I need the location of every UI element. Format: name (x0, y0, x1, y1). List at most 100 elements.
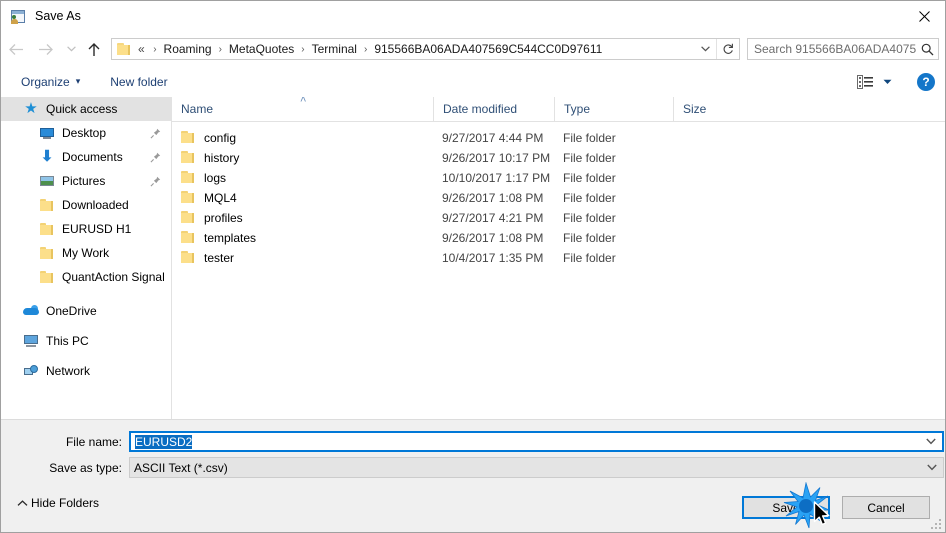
column-header-label: Date modified (443, 102, 518, 116)
hide-folders-label: Hide Folders (31, 496, 100, 510)
save-button[interactable]: Save (742, 496, 830, 519)
file-name-cell: templates (172, 231, 433, 245)
folder-icon (117, 42, 133, 56)
table-row[interactable]: templates 9/26/2017 1:08 PM File folder (172, 228, 945, 248)
type-cell: File folder (563, 191, 616, 205)
file-name-label: File name: (65, 434, 122, 449)
sidebar-item-label: Quick access (46, 102, 118, 116)
date-modified-cell: 9/26/2017 1:08 PM (442, 191, 544, 205)
breadcrumb-separator: › (153, 43, 157, 55)
file-name-cell: profiles (172, 211, 433, 225)
sidebar-item-eurusd-h1[interactable]: EURUSD H1 (1, 217, 171, 241)
column-header-date-modified[interactable]: Date modified (433, 97, 554, 121)
pin-icon[interactable] (147, 173, 163, 189)
save-as-app-icon (10, 9, 26, 25)
file-list-pane[interactable]: Name ˄ Date modified Type Size config 9/… (172, 97, 945, 419)
folder-icon (39, 245, 55, 261)
toolbar-right-group: ? (853, 72, 935, 92)
folder-icon (181, 211, 197, 225)
address-chevron-down-icon[interactable] (694, 46, 716, 52)
close-icon[interactable] (901, 1, 945, 31)
arrow-right-icon[interactable] (31, 35, 61, 63)
window-title: Save As (35, 9, 81, 24)
sidebar-item-onedrive[interactable]: OneDrive (1, 299, 171, 323)
cancel-button[interactable]: Cancel (842, 496, 930, 519)
column-headers: Name ˄ Date modified Type Size (172, 97, 945, 122)
column-header-label: Type (564, 102, 591, 116)
table-row[interactable]: history 9/26/2017 10:17 PM File folder (172, 148, 945, 168)
folder-icon (39, 221, 55, 237)
breadcrumb-item-terminal[interactable]: Terminal (311, 42, 358, 56)
hide-folders-button[interactable]: Hide Folders (13, 492, 99, 514)
chevron-down-icon[interactable] (921, 464, 943, 471)
save-as-type-row: Save as type: ASCII Text (*.csv) (1, 457, 945, 478)
desktop-icon (39, 125, 55, 141)
breadcrumb-item-metaquotes[interactable]: MetaQuotes (228, 42, 295, 56)
file-name-label: MQL4 (204, 191, 237, 205)
type-cell: File folder (563, 251, 616, 265)
column-header-label: Name (181, 102, 214, 116)
sidebar-item-label: QuantAction Signal (62, 270, 165, 284)
resize-grip[interactable] (931, 519, 943, 531)
sidebar-item-my-work[interactable]: My Work (1, 241, 171, 265)
column-header-size[interactable]: Size (673, 97, 753, 121)
breadcrumb-item-instance-id[interactable]: 915566BA06ADA407569C544CC0D97611 (373, 42, 603, 56)
view-chevron-down-icon[interactable] (877, 72, 897, 92)
sidebar-item-quantaction-signal[interactable]: QuantAction Signal (1, 265, 171, 289)
address-bar[interactable]: « › Roaming › MetaQuotes › Terminal › 91… (111, 38, 740, 60)
sidebar-item-downloaded[interactable]: Downloaded (1, 193, 171, 217)
arrow-up-icon[interactable] (81, 35, 107, 63)
search-placeholder: Search 915566BA06ADA40756... (754, 42, 916, 56)
file-name-value: EURUSD2 (131, 434, 920, 449)
organize-button[interactable]: Organize ▾ (13, 70, 88, 94)
file-name-label: config (204, 131, 237, 145)
sidebar-item-documents[interactable]: ⬇ Documents (1, 145, 171, 169)
view-layout-icon[interactable] (853, 72, 877, 92)
save-as-dialog: Save As « › Roaming › MetaQuotes › Termi… (0, 0, 946, 533)
file-name-cell: tester (172, 251, 433, 265)
chevron-up-icon (13, 499, 31, 507)
file-name-cell: history (172, 151, 433, 165)
save-as-type-label: Save as type: (49, 460, 122, 475)
sidebar-item-label: OneDrive (46, 304, 97, 318)
sidebar-item-label: This PC (46, 334, 89, 348)
breadcrumb-overflow[interactable]: « (137, 42, 147, 56)
table-row[interactable]: logs 10/10/2017 1:17 PM File folder (172, 168, 945, 188)
file-name-input[interactable]: EURUSD2 (129, 431, 944, 452)
pin-icon[interactable] (147, 125, 163, 141)
file-name-label: logs (204, 171, 227, 185)
sidebar-item-network[interactable]: Network (1, 359, 171, 383)
folder-icon (181, 231, 197, 245)
column-header-name[interactable]: Name ˄ (172, 97, 433, 121)
folder-icon (181, 251, 197, 265)
table-row[interactable]: tester 10/4/2017 1:35 PM File folder (172, 248, 945, 268)
search-icon[interactable] (916, 43, 938, 56)
onedrive-icon (23, 303, 39, 319)
file-name-label: history (204, 151, 240, 165)
folder-icon (181, 131, 197, 145)
title-bar: Save As (1, 1, 945, 32)
recent-locations-chevron-down-icon[interactable] (61, 35, 81, 63)
table-row[interactable]: MQL4 9/26/2017 1:08 PM File folder (172, 188, 945, 208)
search-input[interactable]: Search 915566BA06ADA40756... (747, 38, 939, 60)
new-folder-button[interactable]: New folder (102, 70, 175, 94)
folder-icon (181, 151, 197, 165)
sidebar-item-this-pc[interactable]: This PC (1, 329, 171, 353)
pin-icon[interactable] (147, 149, 163, 165)
arrow-left-icon[interactable] (1, 35, 31, 63)
breadcrumb-item-roaming[interactable]: Roaming (163, 42, 213, 56)
save-label: Save (772, 500, 800, 515)
sidebar-item-quick-access[interactable]: ★ Quick access (1, 97, 171, 121)
sidebar-item-label: Desktop (62, 126, 107, 140)
column-header-label: Size (683, 102, 707, 116)
sidebar-item-desktop[interactable]: Desktop (1, 121, 171, 145)
sidebar-item-pictures[interactable]: Pictures (1, 169, 171, 193)
help-button[interactable]: ? (917, 72, 935, 91)
column-header-type[interactable]: Type (554, 97, 673, 121)
refresh-icon[interactable] (716, 39, 739, 59)
table-row[interactable]: profiles 9/27/2017 4:21 PM File folder (172, 208, 945, 228)
chevron-down-icon[interactable] (920, 438, 942, 445)
save-as-type-select[interactable]: ASCII Text (*.csv) (129, 457, 944, 478)
navigation-sidebar[interactable]: ★ Quick access Desktop ⬇ Documents Pictu… (1, 97, 172, 419)
table-row[interactable]: config 9/27/2017 4:44 PM File folder (172, 128, 945, 148)
